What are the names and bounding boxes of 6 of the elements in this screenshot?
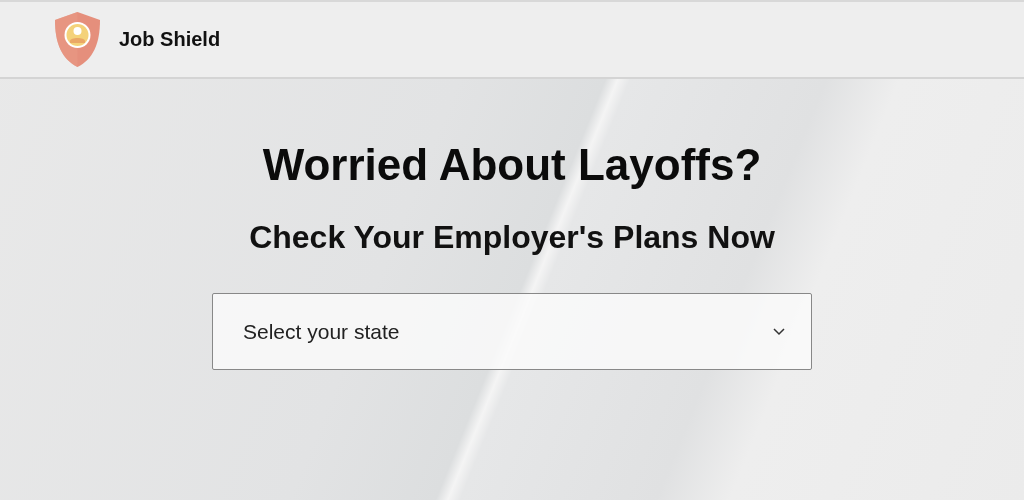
chevron-down-icon bbox=[773, 327, 785, 336]
state-select[interactable]: Select your state bbox=[212, 293, 812, 370]
subheadline: Check Your Employer's Plans Now bbox=[249, 218, 775, 257]
shield-logo-icon bbox=[53, 11, 102, 68]
headline: Worried About Layoffs? bbox=[262, 139, 762, 191]
brand-name: Job Shield bbox=[119, 28, 221, 51]
